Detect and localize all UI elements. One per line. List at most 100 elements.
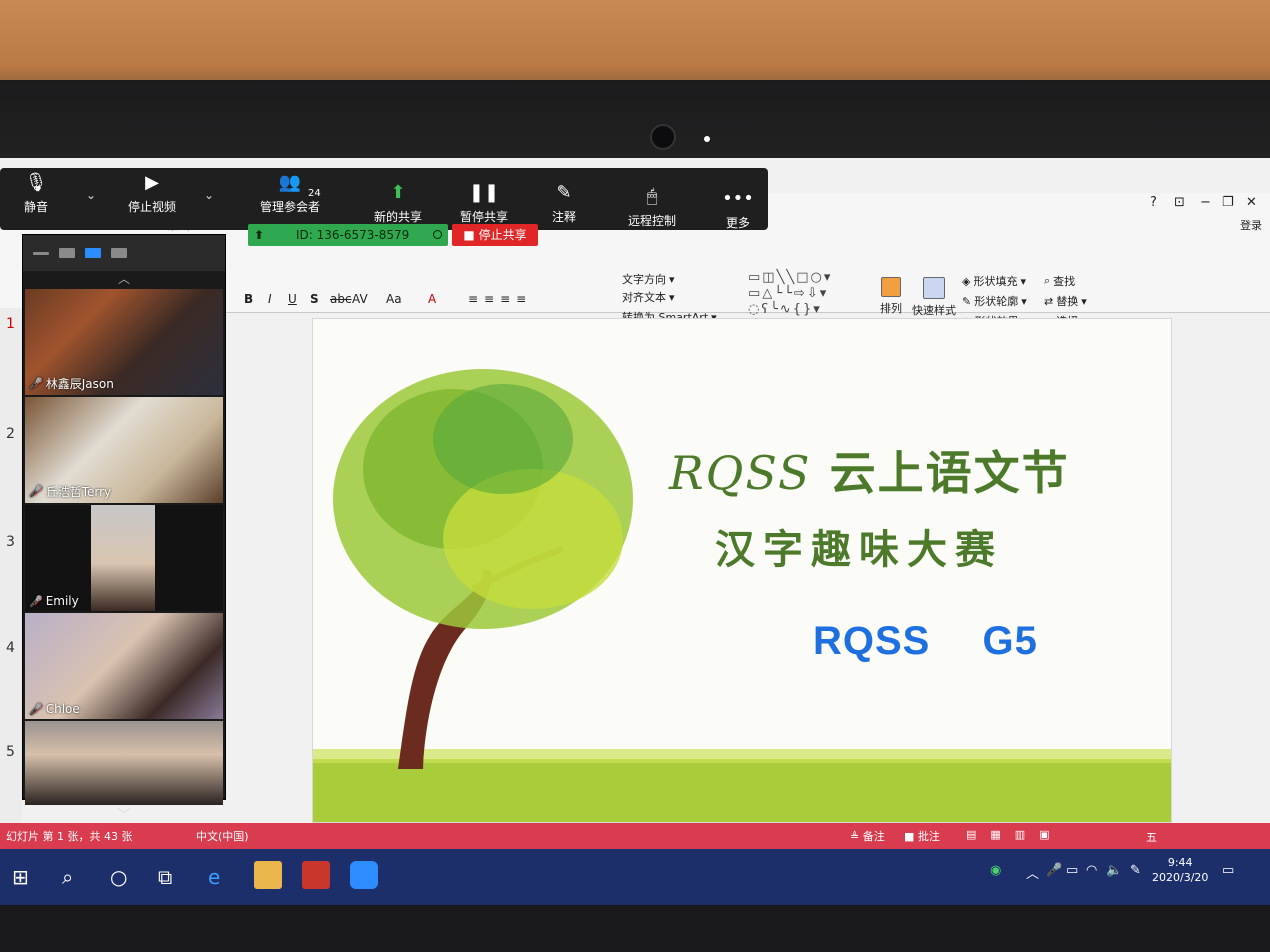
pause-share-button[interactable]: ❚❚ 暂停共享 [444,182,524,225]
file-explorer-icon[interactable] [254,861,282,889]
slide-canvas[interactable]: RQSS 云上语文节 汉字趣味大赛 RQSS G5 [312,318,1172,823]
participant-video-tile[interactable]: 🎤̸ Chloe [25,613,223,719]
grass-top [313,749,1171,763]
replace-button[interactable]: ⇄ 替换 ▾ [1044,293,1087,309]
participant-video-tile[interactable]: 🎤̸ 林鑫辰Jason [25,289,223,395]
align-text-button[interactable]: 对齐文本 ▾ [622,289,675,305]
underline-button[interactable]: U [288,292,297,306]
participant-name-tag: 🎤̸ Emily [29,594,79,608]
single-view-icon[interactable] [59,248,75,258]
slide-subtitle: 汉字趣味大赛 [715,526,1003,573]
help-button[interactable]: ? [1150,195,1157,210]
notes-button[interactable]: ≜ 备注 [850,828,885,844]
italic-button[interactable]: I [268,292,272,306]
new-share-button[interactable]: ⬆ 新的共享 [358,182,438,225]
more-dots-icon: ••• [722,188,754,209]
shape-fill-button[interactable]: ◈ 形状填充 ▾ [962,273,1026,289]
remote-control-button[interactable]: 🖱 远程控制 [612,186,692,229]
zoom-app-icon[interactable] [350,861,378,889]
slide-title: RQSS 云上语文节 [669,446,1070,500]
annotate-button[interactable]: ✎ 注释 [524,182,604,225]
volume-icon[interactable]: 🔈 [1106,863,1122,878]
slide-number[interactable]: 2 [6,426,15,442]
login-link[interactable]: 登录 [1240,217,1262,233]
video-panel-header [23,235,225,271]
mute-button[interactable]: 🎙 静音 [0,172,76,215]
windows-start-icon[interactable]: ⊞ [12,865,29,889]
shapes-gallery[interactable]: ▭◫╲╲□○▾ ▭△└└⇨⇩▾ ◌ʕ╰∿{}▾ [748,270,868,320]
stop-video-button[interactable]: ▶ 停止视频 [112,172,192,215]
close-icon[interactable]: ✕ [1246,195,1257,210]
show-hidden-icons-chevron-icon[interactable]: ︿ [1026,863,1039,882]
powerpoint-app-icon[interactable] [302,861,330,889]
restore-icon[interactable]: ❐ [1222,195,1234,210]
pen-tray-icon[interactable]: ✎ [1130,863,1141,878]
notification-center-icon[interactable]: ▭ [1222,863,1234,878]
font-color-button[interactable]: A [428,292,436,306]
shadow-button[interactable]: S [310,292,319,306]
battery-icon[interactable]: ▭ [1066,863,1078,878]
clock-date: 2020/3/20 [1152,871,1209,884]
monitor-bezel-bottom [0,905,1270,952]
participant-video-tile[interactable] [25,721,223,805]
microphone-tray-icon[interactable]: 🎤 [1046,863,1062,878]
status-dot-icon [433,230,442,239]
scroll-up-icon[interactable]: ︿ [23,271,225,287]
gallery-view-icon[interactable] [85,248,101,258]
participant-video-feed [91,505,155,611]
powerpoint-status-bar: 幻灯片 第 1 张，共 43 张 中文(中国) ≜ 备注 ■ 批注 ▤▦▥▣ [0,823,1270,849]
minimize-panel-icon[interactable] [33,251,49,255]
slide-number[interactable]: 4 [6,640,15,656]
share-arrow-icon: ⬆ [390,182,406,203]
edge-browser-icon[interactable]: e [208,865,220,889]
ribbon-display-icon[interactable]: ⊡ [1174,195,1185,210]
ime-indicator[interactable]: 五 [1146,829,1157,845]
paint-bucket-icon: ◈ [962,274,971,288]
bold-button[interactable]: B [244,292,253,306]
clock-time: 9:44 [1167,856,1193,869]
shape-outline-button[interactable]: ✎ 形状轮廓 ▾ [962,293,1027,309]
language-indicator[interactable]: 中文(中国) [196,828,249,844]
participant-count-badge: 24 [308,188,321,199]
arrange-button[interactable]: 排列 [880,277,902,316]
quick-styles-icon [923,277,945,299]
participant-name-tag: 🎤̸ 丘浩哲Terry [29,485,112,499]
find-button[interactable]: ⌕ 查找 [1044,273,1075,289]
stop-share-button[interactable]: ■ 停止共享 [452,224,538,246]
change-case-button[interactable]: Aa [386,292,402,306]
participant-name-tag: 🎤̸ 林鑫辰Jason [29,377,114,391]
text-direction-button[interactable]: 文字方向 ▾ [622,271,675,287]
binoculars-icon: ⌕ [1044,274,1051,287]
cortana-icon[interactable]: ○ [110,865,127,889]
wifi-icon[interactable]: ◠ [1086,863,1097,878]
paragraph-align-icons[interactable]: ≡≡≡≡ [468,292,532,306]
video-options-chevron-icon[interactable]: ⌄ [204,188,214,202]
participant-video-tile[interactable]: 🎤̸ 丘浩哲Terry [25,397,223,503]
slide-number[interactable]: 3 [6,534,15,550]
meeting-id-bar[interactable]: ⬆ ID: 136-6573-8579 [248,224,448,246]
search-icon[interactable]: ⌕ [62,865,73,889]
more-button[interactable]: ••• 更多 [698,188,778,231]
webcam-led [704,136,710,142]
wechat-tray-icon[interactable]: ◉ [990,863,1001,878]
quick-styles-button[interactable]: 快速样式 [912,277,956,318]
minimize-icon[interactable]: − [1200,195,1211,210]
taskbar-clock[interactable]: 9:44 2020/3/20 [1152,855,1208,885]
task-view-icon[interactable]: ⧉ [158,865,172,889]
strikethrough-button[interactable]: abc [330,292,352,306]
speaker-view-icon[interactable] [111,248,127,258]
pencil-icon: ✎ [556,182,572,203]
audio-options-chevron-icon[interactable]: ⌄ [86,188,96,202]
participant-video-tile[interactable]: 🎤̸ Emily [25,505,223,611]
microphone-icon: 🎙 [24,172,48,193]
mic-muted-icon: 🎤̸ [29,594,43,608]
char-spacing-button[interactable]: AV [352,292,368,306]
slide-number[interactable]: 5 [6,744,15,760]
slide-number[interactable]: 1 [6,316,15,332]
video-gallery-panel: ︿ 🎤̸ 林鑫辰Jason 🎤̸ 丘浩哲Terry 🎤̸ Emily 🎤̸ Chloe … [22,234,226,824]
pen-icon: ✎ [962,294,972,308]
comments-button[interactable]: ■ 批注 [904,828,940,844]
view-buttons[interactable]: ▤▦▥▣ [966,828,1064,841]
mouse-icon: 🖱 [646,186,658,207]
participant-name-tag: 🎤̸ Chloe [29,702,80,716]
